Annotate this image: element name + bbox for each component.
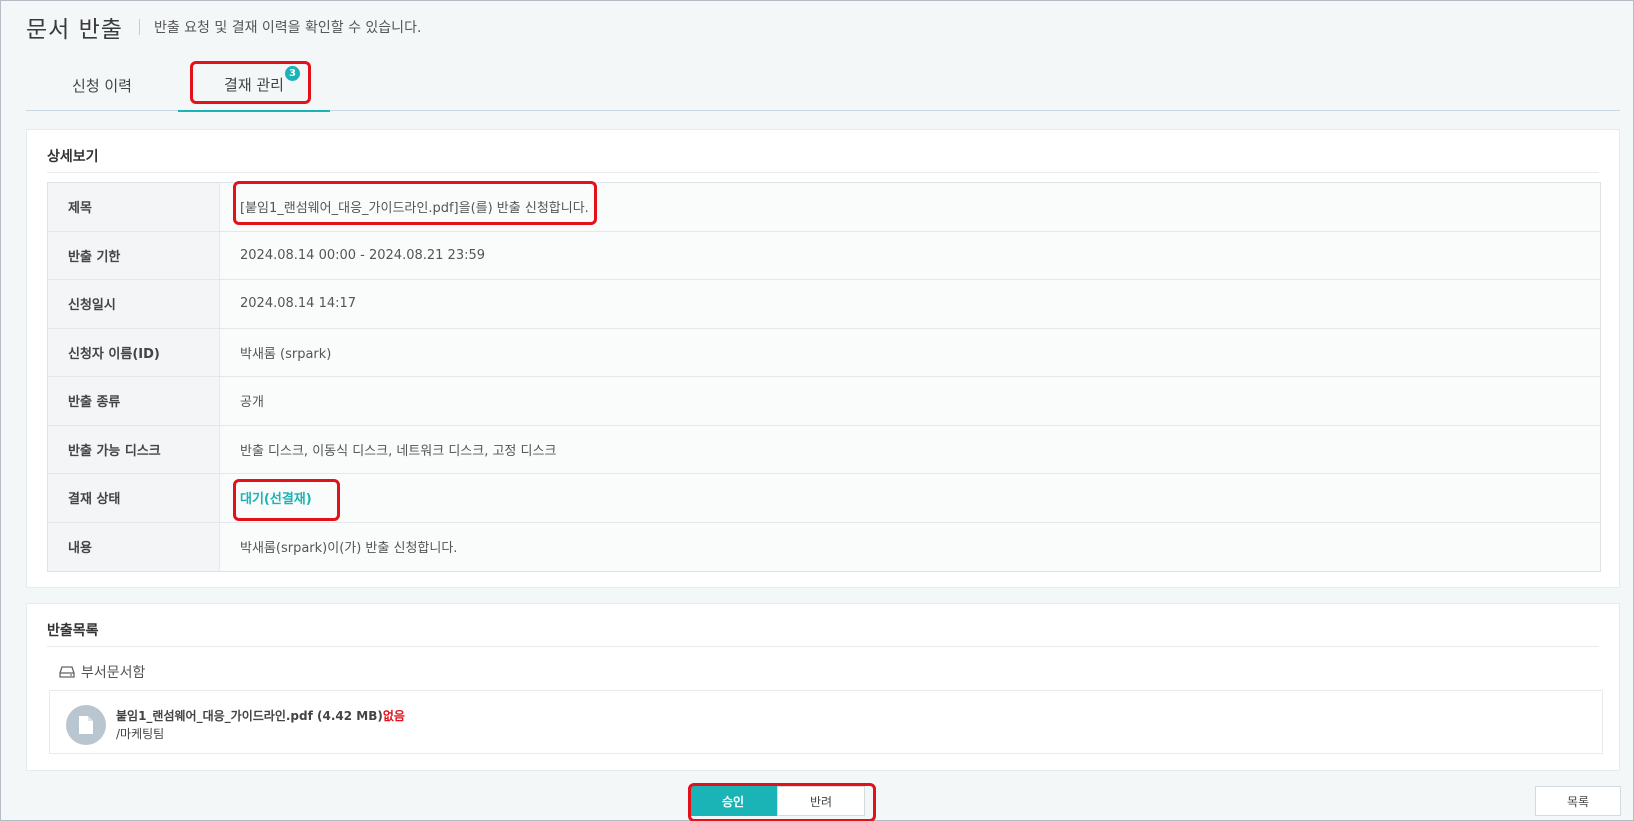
row-label: 제목: [48, 183, 220, 231]
reject-button[interactable]: 반려: [777, 786, 865, 816]
row-label: 신청자 이름(ID): [48, 328, 220, 376]
detail-panel: 상세보기 제목 [붙임1_랜섬웨어_대응_가이드라인.pdf]을(를) 반출 신…: [26, 129, 1620, 588]
detail-row-approval-status: 결재 상태 대기(선결재): [48, 474, 1600, 523]
row-value: 박새롬 (srpark): [220, 328, 1600, 376]
row-value-cell: 대기(선결재): [220, 474, 1600, 522]
row-label: 결재 상태: [48, 474, 220, 522]
detail-row-period: 반출 기한 2024.08.14 00:00 - 2024.08.21 23:5…: [48, 231, 1600, 280]
file-name-line: 붙임1_랜섬웨어_대응_가이드라인.pdf (4.42 MB)없음: [116, 707, 405, 724]
panel-divider: [47, 172, 1599, 173]
row-label: 반출 종류: [48, 377, 220, 425]
count-badge: 3: [284, 66, 300, 81]
detail-row-title: 제목 [붙임1_랜섬웨어_대응_가이드라인.pdf]을(를) 반출 신청합니다.: [48, 183, 1600, 232]
page-header: 문서 반출 반출 요청 및 결재 이력을 확인할 수 있습니다.: [26, 7, 421, 47]
export-list-title: 반출목록: [47, 623, 99, 639]
row-label: 반출 기한: [48, 231, 220, 279]
file-name: 붙임1_랜섬웨어_대응_가이드라인.pdf (4.42 MB): [116, 709, 383, 723]
document-icon: [66, 705, 106, 745]
row-value: 박새롬(srpark)이(가) 반출 신청합니다.: [220, 522, 1600, 571]
row-value: 2024.08.14 00:00 - 2024.08.21 23:59: [220, 231, 1600, 279]
detail-panel-title: 상세보기: [47, 149, 99, 165]
row-value: 공개: [220, 377, 1600, 425]
detail-row-request-date: 신청일시 2024.08.14 14:17: [48, 280, 1600, 329]
detail-row-content: 내용 박새롬(srpark)이(가) 반출 신청합니다.: [48, 522, 1600, 571]
detail-row-requester: 신청자 이름(ID) 박새롬 (srpark): [48, 328, 1600, 377]
detail-table: 제목 [붙임1_랜섬웨어_대응_가이드라인.pdf]을(를) 반출 신청합니다.…: [47, 182, 1601, 572]
row-value: 반출 디스크, 이동식 디스크, 네트워크 디스크, 고정 디스크: [220, 425, 1600, 473]
app-window: 문서 반출 반출 요청 및 결재 이력을 확인할 수 있습니다. 신청 이력 결…: [0, 0, 1634, 821]
page-subtitle: 반출 요청 및 결재 이력을 확인할 수 있습니다.: [153, 20, 422, 36]
tab-label-wrap: 결재 관리 3: [224, 66, 300, 95]
tab-approval-management[interactable]: 결재 관리 3: [178, 59, 330, 112]
header-divider: [138, 19, 140, 35]
tab-label: 신청 이력: [72, 76, 132, 95]
list-button[interactable]: 목록: [1535, 786, 1621, 816]
row-value: 2024.08.14 14:17: [220, 280, 1600, 328]
file-missing-label: 없음: [382, 709, 405, 723]
row-value: [붙임1_랜섬웨어_대응_가이드라인.pdf]을(를) 반출 신청합니다.: [220, 183, 1600, 231]
row-label: 내용: [48, 522, 220, 571]
approval-status: 대기(선결재): [240, 492, 312, 508]
drive-icon: [59, 666, 75, 678]
export-list-panel: 반출목록 부서문서함 붙임1_랜섬웨어_대응_가이드라인.pdf (4.42 M…: [26, 603, 1620, 771]
page-title: 문서 반출: [26, 17, 123, 43]
tab-request-history[interactable]: 신청 이력: [26, 59, 178, 111]
folder-row: 부서문서함: [59, 662, 145, 682]
file-path: /마케팅팀: [116, 727, 165, 741]
row-label: 신청일시: [48, 280, 220, 328]
detail-row-export-type: 반출 종류 공개: [48, 377, 1600, 426]
panel-divider: [47, 646, 1599, 647]
file-item: 붙임1_랜섬웨어_대응_가이드라인.pdf (4.42 MB)없음 /마케팅팀: [49, 690, 1603, 754]
folder-name: 부서문서함: [81, 665, 146, 681]
row-label: 반출 가능 디스크: [48, 425, 220, 473]
detail-row-disks: 반출 가능 디스크 반출 디스크, 이동식 디스크, 네트워크 디스크, 고정 …: [48, 425, 1600, 474]
approve-button[interactable]: 승인: [689, 786, 777, 816]
tab-bar: 신청 이력 결재 관리 3: [26, 59, 1620, 112]
tab-label: 결재 관리: [224, 76, 284, 94]
